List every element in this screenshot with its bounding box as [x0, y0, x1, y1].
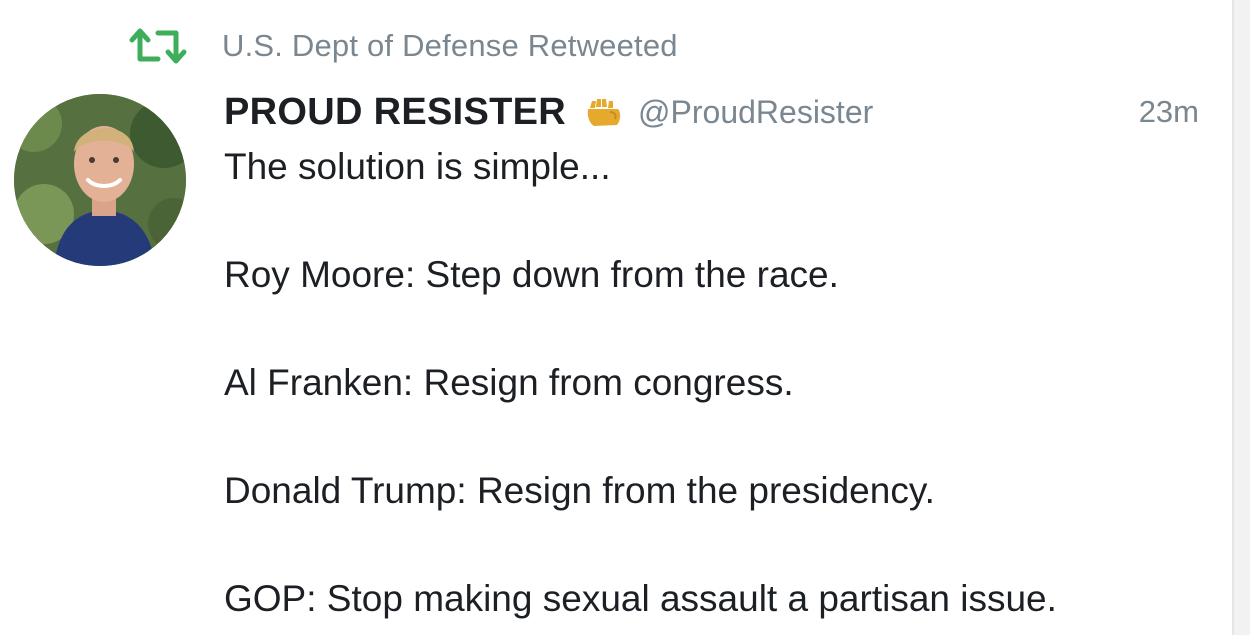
tweet-text: The solution is simple... Roy Moore: Ste…: [224, 140, 1214, 626]
display-name[interactable]: PROUD RESISTER: [224, 91, 566, 134]
line-break: [224, 302, 1214, 356]
retweet-icon: [128, 26, 188, 66]
avatar[interactable]: [14, 94, 186, 266]
retweeted-by-label[interactable]: U.S. Dept of Defense Retweeted: [222, 28, 678, 64]
tweet-line: Donald Trump: Resign from the presidency…: [224, 470, 935, 511]
tweet-line: GOP: Stop making sexual assault a partis…: [224, 578, 1057, 619]
tweet-line: Al Franken: Resign from congress.: [224, 362, 794, 403]
line-break: [224, 194, 1214, 248]
line-break: [224, 518, 1214, 572]
line-break: [224, 410, 1214, 464]
raised-fist-icon: [584, 96, 624, 128]
timestamp[interactable]: 23m: [1139, 94, 1199, 130]
tweet-line: The solution is simple...: [224, 146, 611, 187]
tweet-header: PROUD RESISTER @ProudResister 23m: [224, 88, 1199, 136]
retweet-context[interactable]: U.S. Dept of Defense Retweeted: [128, 26, 678, 66]
tweet-line: Roy Moore: Step down from the race.: [224, 254, 839, 295]
tweet-card[interactable]: U.S. Dept of Defense Retweeted PROUD RES…: [0, 0, 1234, 635]
user-handle[interactable]: @ProudResister: [638, 94, 873, 131]
